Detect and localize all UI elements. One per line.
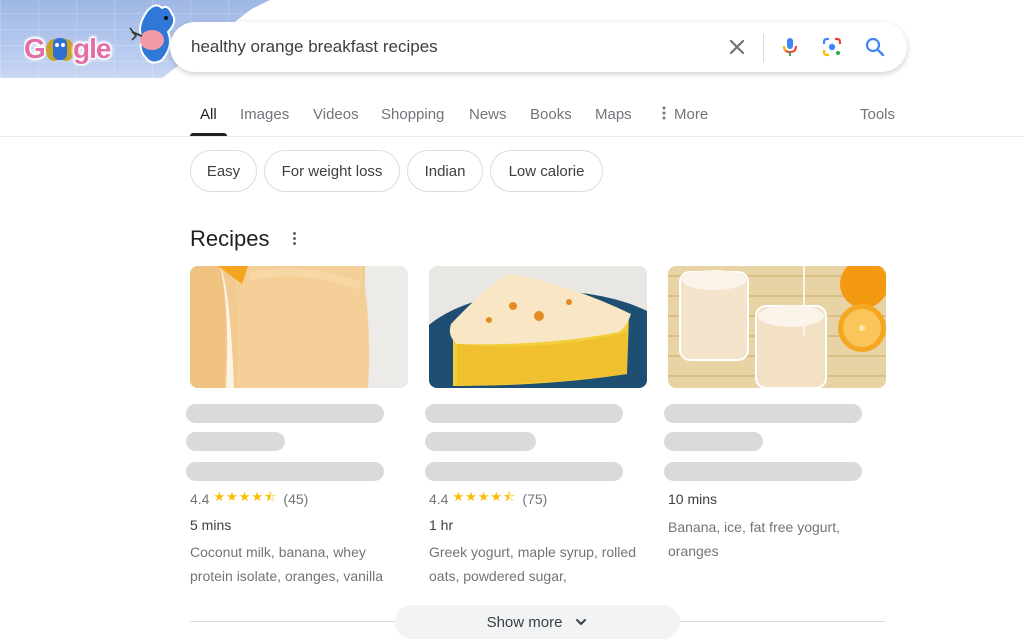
star-rating-icon: ★★★★⯪	[452, 489, 517, 504]
recipes-more-options-icon[interactable]	[287, 230, 301, 248]
source-placeholder	[664, 432, 763, 451]
google-lens-icon[interactable]	[820, 35, 844, 59]
svg-text:gle: gle	[73, 33, 111, 64]
title-placeholder	[186, 404, 384, 423]
orange-cake-photo[interactable]	[429, 266, 647, 388]
microphone-icon[interactable]	[778, 35, 802, 59]
source-placeholder	[425, 462, 623, 481]
orange-smoothie-photo[interactable]	[190, 266, 408, 388]
review-count: (75)	[522, 491, 548, 507]
chip-easy[interactable]: Easy	[190, 150, 257, 192]
search-box	[170, 22, 907, 72]
chip-low-calorie[interactable]: Low calorie	[490, 150, 603, 192]
rating-value: 4.4	[190, 491, 210, 507]
search-icon[interactable]	[863, 35, 887, 59]
tab-more[interactable]: More	[662, 106, 708, 124]
title-placeholder	[425, 404, 623, 423]
tabs-divider	[0, 136, 1024, 137]
search-divider	[763, 34, 764, 62]
recipe-card[interactable]: 4.4 ★★★★⯪ (45) 5 mins Coconut milk, bana…	[186, 266, 408, 584]
show-more-button[interactable]: Show more	[395, 605, 680, 639]
rating: 4.4 ★★★★⯪ (45)	[190, 488, 308, 510]
tab-videos[interactable]: Videos	[313, 106, 359, 123]
cook-time: 10 mins	[668, 491, 718, 507]
source-placeholder	[664, 462, 862, 481]
source-placeholder	[425, 432, 536, 451]
source-placeholder	[186, 462, 384, 481]
tab-maps[interactable]: Maps	[595, 106, 632, 123]
review-count: (45)	[283, 491, 309, 507]
show-more-label: Show more	[486, 613, 563, 631]
cook-time: 5 mins	[190, 517, 232, 533]
more-vert-icon	[662, 106, 666, 124]
cook-time: 1 hr	[429, 517, 454, 533]
orange-milkshake-photo[interactable]	[668, 266, 886, 388]
search-input[interactable]	[191, 35, 711, 59]
svg-text:G: G	[24, 33, 45, 64]
recipe-card[interactable]: 10 mins Banana, ice, fat free yogurt, or…	[664, 266, 886, 559]
recipe-card[interactable]: 4.4 ★★★★⯪ (75) 1 hr Greek yogurt, maple …	[425, 266, 647, 584]
chip-indian[interactable]: Indian	[407, 150, 483, 192]
tab-books[interactable]: Books	[530, 106, 572, 123]
google-doodle-logo[interactable]: G gle	[23, 30, 124, 66]
title-placeholder	[664, 404, 862, 423]
tab-news[interactable]: News	[469, 106, 507, 123]
ingredients: Greek yogurt, maple syrup, rolled oats, …	[429, 544, 636, 584]
tab-shopping[interactable]: Shopping	[381, 106, 444, 123]
source-placeholder	[186, 432, 285, 451]
star-rating-icon: ★★★★⯪	[213, 489, 278, 504]
rating-value: 4.4	[429, 491, 449, 507]
ingredients: Banana, ice, fat free yogurt, oranges	[668, 519, 840, 559]
tools-button[interactable]: Tools	[860, 106, 895, 123]
rating: 4.4 ★★★★⯪ (75)	[429, 488, 547, 510]
chip-for-weight-loss[interactable]: For weight loss	[264, 150, 400, 192]
clear-icon[interactable]	[725, 35, 749, 59]
tab-more-label: More	[674, 106, 709, 123]
tab-images[interactable]: Images	[240, 106, 289, 123]
ingredients: Coconut milk, banana, whey protein isola…	[190, 544, 384, 584]
tab-all[interactable]: All	[200, 106, 217, 123]
recipes-heading: Recipes	[190, 226, 270, 251]
chevron-down-icon	[562, 615, 588, 629]
